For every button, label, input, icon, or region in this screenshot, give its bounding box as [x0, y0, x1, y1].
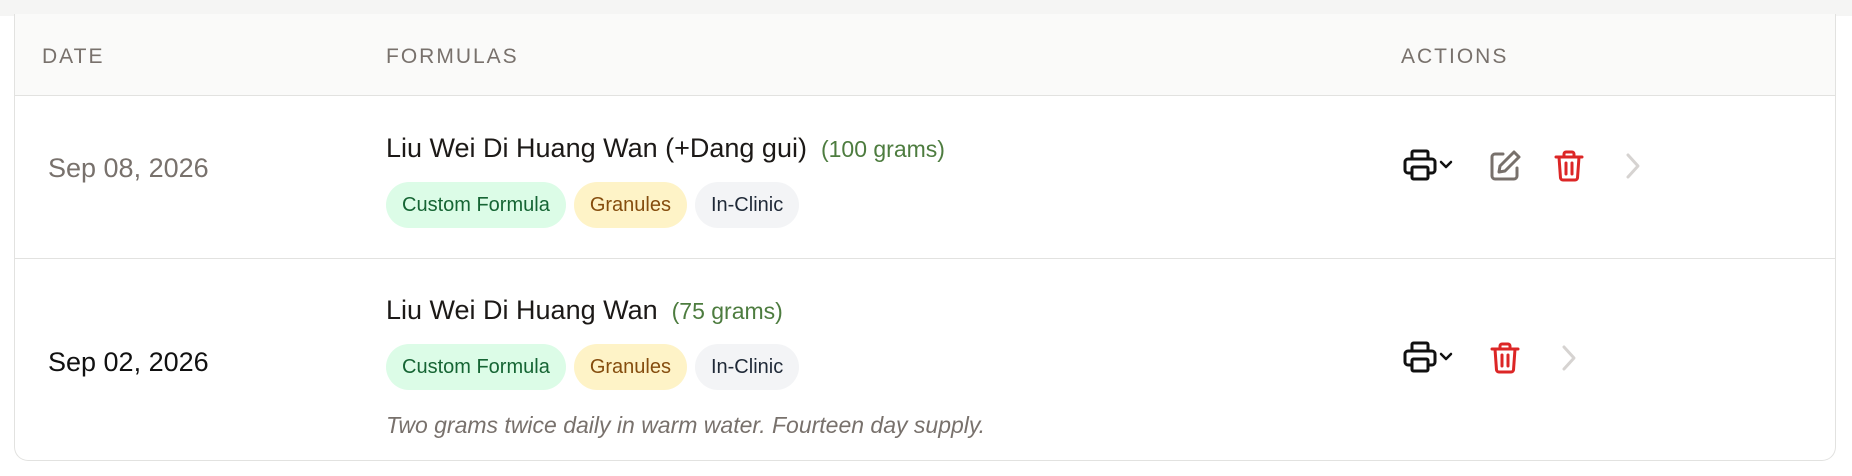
column-header-date: DATE [42, 45, 105, 68]
formula-name: Liu Wei Di Huang Wan (+Dang gui) [386, 133, 807, 163]
table-header: DATE FORMULAS ACTIONS [15, 14, 1835, 96]
formulas-table: DATE FORMULAS ACTIONS Sep 08, 2026 Liu W… [14, 14, 1836, 461]
row-date: Sep 02, 2026 [48, 347, 209, 377]
printer-icon [1403, 149, 1453, 181]
chevron-right-icon [1562, 345, 1576, 371]
tag-in-clinic: In-Clinic [694, 182, 800, 228]
formula-title: Liu Wei Di Huang Wan (75 grams) [386, 295, 783, 326]
tag-granules: Granules [573, 344, 687, 390]
formula-note: Two grams twice daily in warm water. Fou… [386, 412, 986, 438]
column-header-actions: ACTIONS [1401, 45, 1509, 68]
tag-granules: Granules [573, 182, 687, 228]
chevron-down-icon [1439, 352, 1453, 361]
row-actions [1401, 146, 1653, 186]
edit-button[interactable] [1485, 146, 1525, 186]
formula-tags: Custom Formula Granules In-Clinic [386, 344, 800, 390]
formula-title: Liu Wei Di Huang Wan (+Dang gui) (100 gr… [386, 133, 945, 164]
trash-icon [1490, 342, 1520, 374]
chevron-down-icon [1439, 160, 1453, 169]
column-header-formulas: FORMULAS [386, 45, 519, 68]
print-dropdown-button[interactable] [1401, 146, 1461, 186]
edit-icon [1490, 150, 1521, 181]
table-row[interactable]: Sep 08, 2026 Liu Wei Di Huang Wan (+Dang… [15, 96, 1835, 259]
tag-in-clinic: In-Clinic [694, 344, 800, 390]
formula-quantity: (75 grams) [671, 298, 783, 324]
row-actions [1401, 338, 1589, 378]
row-date: Sep 08, 2026 [48, 153, 209, 183]
print-dropdown-button[interactable] [1401, 338, 1461, 378]
delete-button[interactable] [1549, 146, 1589, 186]
chevron-right-icon [1626, 153, 1640, 179]
table-row[interactable]: Sep 02, 2026 Liu Wei Di Huang Wan (75 gr… [15, 259, 1835, 460]
formula-quantity: (100 grams) [820, 136, 945, 162]
formula-name: Liu Wei Di Huang Wan [386, 295, 658, 325]
tag-custom-formula: Custom Formula [386, 182, 566, 228]
open-details-button[interactable] [1549, 338, 1589, 378]
tag-custom-formula: Custom Formula [386, 344, 566, 390]
formula-tags: Custom Formula Granules In-Clinic [386, 182, 800, 228]
open-details-button[interactable] [1613, 146, 1653, 186]
delete-button[interactable] [1485, 338, 1525, 378]
printer-icon [1403, 341, 1453, 373]
trash-icon [1554, 150, 1584, 182]
